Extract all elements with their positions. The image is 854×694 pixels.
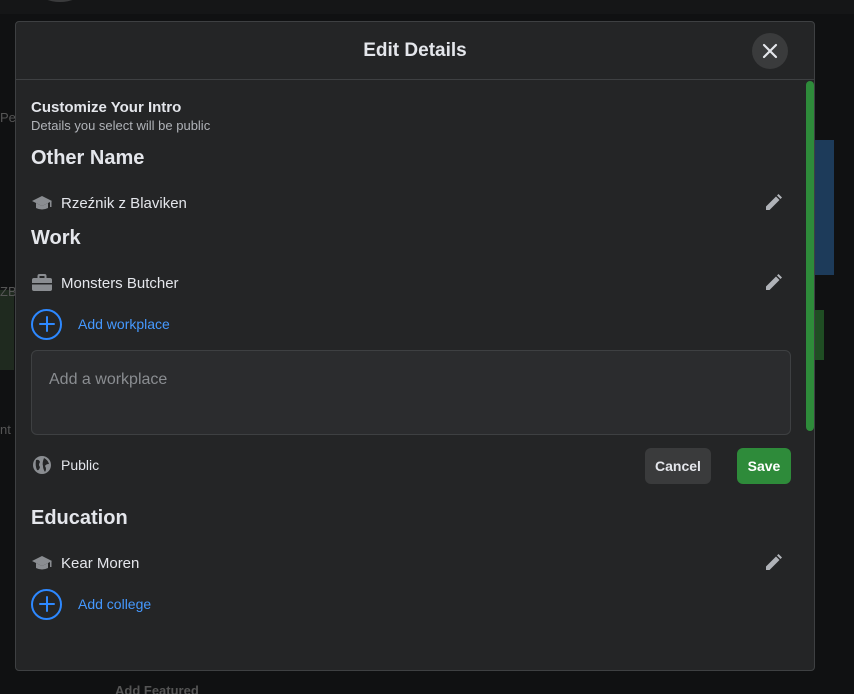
- privacy-label: Public: [61, 457, 100, 473]
- intro-title: Customize Your Intro: [31, 99, 182, 116]
- work-row: Monsters Butcher: [31, 268, 790, 298]
- dialog-header: Edit Details: [16, 22, 814, 80]
- background-cover-photo: [814, 140, 834, 275]
- add-workplace-button[interactable]: Add workplace: [31, 307, 790, 341]
- dialog-body: Customize Your Intro Details you select …: [16, 81, 814, 670]
- plus-circle-icon: [31, 308, 62, 340]
- add-college-label: Add college: [78, 596, 152, 612]
- workplace-actions: Public Cancel Save: [31, 445, 791, 485]
- graduation-cap-icon: [31, 192, 53, 214]
- add-workplace-label: Add workplace: [78, 316, 170, 332]
- pencil-icon[interactable]: [762, 192, 784, 214]
- background-topbar: [0, 0, 854, 14]
- education-value: Kear Moren: [61, 554, 140, 572]
- other-name-heading: Other Name: [31, 147, 145, 169]
- graduation-cap-icon: [31, 552, 53, 574]
- work-value: Monsters Butcher: [61, 274, 179, 292]
- plus-circle-icon: [31, 588, 62, 620]
- background-button: [814, 310, 824, 360]
- other-name-value: Rzeźnik z Blaviken: [61, 194, 187, 212]
- pencil-icon[interactable]: [762, 552, 784, 574]
- dialog-title: Edit Details: [363, 39, 467, 61]
- close-button[interactable]: [752, 33, 788, 69]
- add-college-button[interactable]: Add college: [31, 587, 790, 621]
- other-name-row: Rzeźnik z Blaviken: [31, 188, 790, 218]
- cancel-button[interactable]: Cancel: [645, 448, 711, 484]
- save-button[interactable]: Save: [737, 448, 791, 484]
- education-heading: Education: [31, 507, 128, 529]
- work-heading: Work: [31, 227, 81, 249]
- background-text-fragment: Pe: [0, 110, 16, 125]
- background-text-fragment: nt: [0, 422, 11, 437]
- close-icon: [762, 43, 778, 59]
- globe-icon[interactable]: [31, 454, 53, 476]
- education-row: Kear Moren: [31, 548, 790, 578]
- background-add-featured: Add Featured: [115, 683, 199, 694]
- pencil-icon[interactable]: [762, 272, 784, 294]
- workplace-input-wrapper: [31, 350, 791, 440]
- edit-details-dialog: Edit Details Customize Your Intro Detail…: [15, 21, 815, 671]
- workplace-input[interactable]: [31, 350, 791, 435]
- intro-subtitle: Details you select will be public: [31, 118, 211, 133]
- briefcase-icon: [31, 272, 53, 294]
- background-card: [0, 290, 14, 370]
